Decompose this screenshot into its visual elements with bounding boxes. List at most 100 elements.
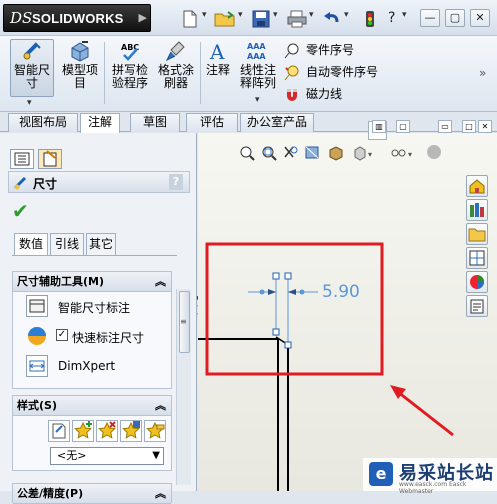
solidworks-logo[interactable]: DS SOLIDWORKS ▶ — [3, 4, 151, 32]
smart-dimension-tool-icon — [26, 295, 48, 317]
collapse-icon[interactable]: ︽ — [155, 272, 166, 291]
help-icon[interactable]: ? — [388, 10, 395, 28]
feature-manager-tab[interactable] — [10, 149, 34, 169]
save-icon[interactable] — [252, 10, 270, 28]
display-style-dropdown-icon[interactable]: ▾ — [368, 150, 372, 159]
home-task-pane-button[interactable] — [466, 175, 488, 197]
highlight-rectangle — [205, 242, 384, 376]
help-dropdown-icon[interactable]: ▾ — [402, 10, 407, 28]
style-apply-default-button[interactable] — [48, 420, 70, 442]
new-dropdown-icon[interactable]: ▾ — [202, 10, 207, 28]
home-icon — [469, 179, 485, 194]
balloon-button[interactable]: 零件序号 — [284, 40, 354, 60]
restore-button[interactable]: ▢ — [445, 9, 465, 27]
undo-icon[interactable] — [322, 10, 342, 28]
minimize-button[interactable]: — — [420, 9, 440, 27]
new-document-icon[interactable] — [180, 10, 200, 28]
menu-arrow-icon: ▶ — [138, 11, 147, 24]
quick-dimension-checkbox[interactable]: ✓ — [56, 329, 68, 341]
viewport-close-button[interactable]: ✕ — [478, 120, 492, 133]
style-add-button[interactable] — [72, 420, 94, 442]
open-dropdown-icon[interactable]: ▾ — [238, 10, 243, 28]
close-button[interactable]: ✕ — [470, 9, 490, 27]
format-painter-button[interactable]: 格式涂 刷器 — [155, 40, 197, 90]
chevron-down-icon: ▼ — [152, 450, 160, 461]
section-view-icon[interactable] — [305, 146, 319, 159]
style-select-value: <无> — [57, 449, 87, 462]
viewport-maximize-button[interactable]: □ — [462, 120, 476, 133]
viewport-tile-button[interactable]: ▥ — [372, 120, 386, 133]
tab-sketch[interactable]: 草图 — [130, 113, 180, 132]
ok-checkmark-icon[interactable]: ✔ — [12, 199, 29, 223]
print-dropdown-icon[interactable]: ▾ — [309, 10, 314, 28]
display-style-icon[interactable] — [354, 146, 366, 161]
ds-logo-mark: DS — [10, 9, 33, 27]
undo-dropdown-icon[interactable]: ▾ — [344, 10, 349, 28]
dimension-header: 尺寸 ? — [8, 171, 190, 193]
collapse-icon[interactable]: ︽ — [155, 396, 166, 415]
subtab-value[interactable]: 数值 — [14, 233, 48, 256]
print-icon[interactable] — [287, 10, 307, 28]
design-library-button[interactable] — [466, 199, 488, 221]
model-items-icon — [71, 41, 89, 62]
linear-note-dropdown-icon[interactable]: ▾ — [255, 95, 260, 105]
open-folder-icon[interactable] — [214, 10, 236, 28]
save-dropdown-icon[interactable]: ▾ — [273, 10, 278, 28]
dimxpert-option[interactable]: DimXpert — [26, 355, 166, 379]
tab-annotation[interactable]: 注解 — [80, 113, 120, 133]
hide-show-items-icon[interactable] — [391, 149, 406, 157]
help-button[interactable]: ? — [169, 174, 183, 190]
auto-balloon-button[interactable]: 自动零件序号 — [284, 62, 378, 82]
appearance-icon[interactable] — [427, 145, 441, 159]
note-label: 注释 — [205, 63, 230, 77]
panel-scrollbar[interactable]: ≡ — [176, 289, 191, 485]
smart-dimension-text: 智能尺寸标注 — [58, 301, 131, 315]
watermark-logo: e — [369, 462, 393, 486]
previous-view-icon[interactable] — [284, 146, 298, 158]
subtab-underline — [12, 255, 177, 256]
zoom-to-fit-icon[interactable] — [240, 146, 255, 161]
group-header[interactable]: 样式(S) ︽ — [13, 396, 171, 416]
property-manager-tab[interactable] — [38, 149, 62, 169]
group-header[interactable]: 尺寸辅助工具(M) ︽ — [13, 272, 171, 292]
scroll-grip-icon: ≡ — [180, 317, 187, 326]
group-header[interactable]: 公差/精度(P) ︽ — [13, 484, 171, 504]
auto-balloon-icon — [284, 65, 299, 80]
subtab-leaders[interactable]: 引线 — [50, 233, 84, 255]
tab-view-layout[interactable]: 视图布局 — [8, 113, 78, 132]
spell-check-icon: ABC — [121, 43, 139, 61]
tab-office-products[interactable]: 办公室产品 — [240, 113, 314, 132]
style-save-button[interactable] — [120, 420, 142, 442]
subtab-other[interactable]: 其它 — [86, 233, 116, 255]
style-select[interactable]: <无> ▼ — [50, 447, 164, 465]
quick-dimension-option[interactable]: ✓ 快速标注尺寸 — [26, 325, 176, 349]
note-button[interactable]: A 注释 — [204, 40, 232, 77]
magnet-icon — [287, 88, 297, 101]
rebuild-traffic-light-icon[interactable] — [364, 10, 376, 28]
star-save-icon — [122, 421, 140, 439]
style-delete-button[interactable] — [96, 420, 118, 442]
tab-evaluate[interactable]: 评估 — [186, 113, 238, 132]
hide-show-dropdown-icon[interactable]: ▾ — [408, 150, 412, 159]
svg-text:AAA: AAA — [247, 52, 266, 61]
view-orientation-icon[interactable] — [329, 146, 343, 161]
quick-dimension-text: 快速标注尺寸 — [72, 331, 145, 345]
command-manager-ribbon: 智能尺 寸 ▾ 模型项 目 ABC 拼写检 验程序 格式涂 刷器 A 注释 AA… — [0, 36, 497, 112]
linear-note-pattern-button[interactable]: AAA AAA 线性注 释阵列 — [238, 40, 278, 90]
model-items-button[interactable]: 模型项 目 — [58, 40, 102, 90]
linear-note-pattern-label: 线性注 释阵列 — [239, 63, 276, 90]
style-load-button[interactable] — [144, 420, 166, 442]
magnetic-line-button[interactable]: 磁力线 — [284, 84, 342, 104]
smart-dimension-button[interactable]: 智能尺 寸 — [10, 39, 54, 97]
smart-dimension-dropdown-icon[interactable]: ▾ — [27, 98, 32, 108]
collapse-icon[interactable]: ︽ — [155, 484, 166, 503]
zoom-to-area-icon[interactable] — [262, 146, 277, 161]
brand-name: SOLIDWORKS — [32, 11, 124, 26]
dimxpert-icon — [26, 355, 48, 377]
smart-dimension-option[interactable]: 智能尺寸标注 — [26, 295, 166, 319]
ribbon-expand-icon[interactable]: » — [479, 66, 486, 80]
title-bar: DS SOLIDWORKS ▶ ▾ ▾ ▾ ▾ ▾ ? ▾ — ▢ ✕ — [0, 0, 497, 36]
spell-checker-button[interactable]: ABC 拼写检 验程序 — [108, 40, 152, 90]
viewport-minimize-button[interactable]: ▭ — [438, 120, 452, 133]
viewport-restore-button[interactable]: ▢ — [396, 120, 410, 133]
